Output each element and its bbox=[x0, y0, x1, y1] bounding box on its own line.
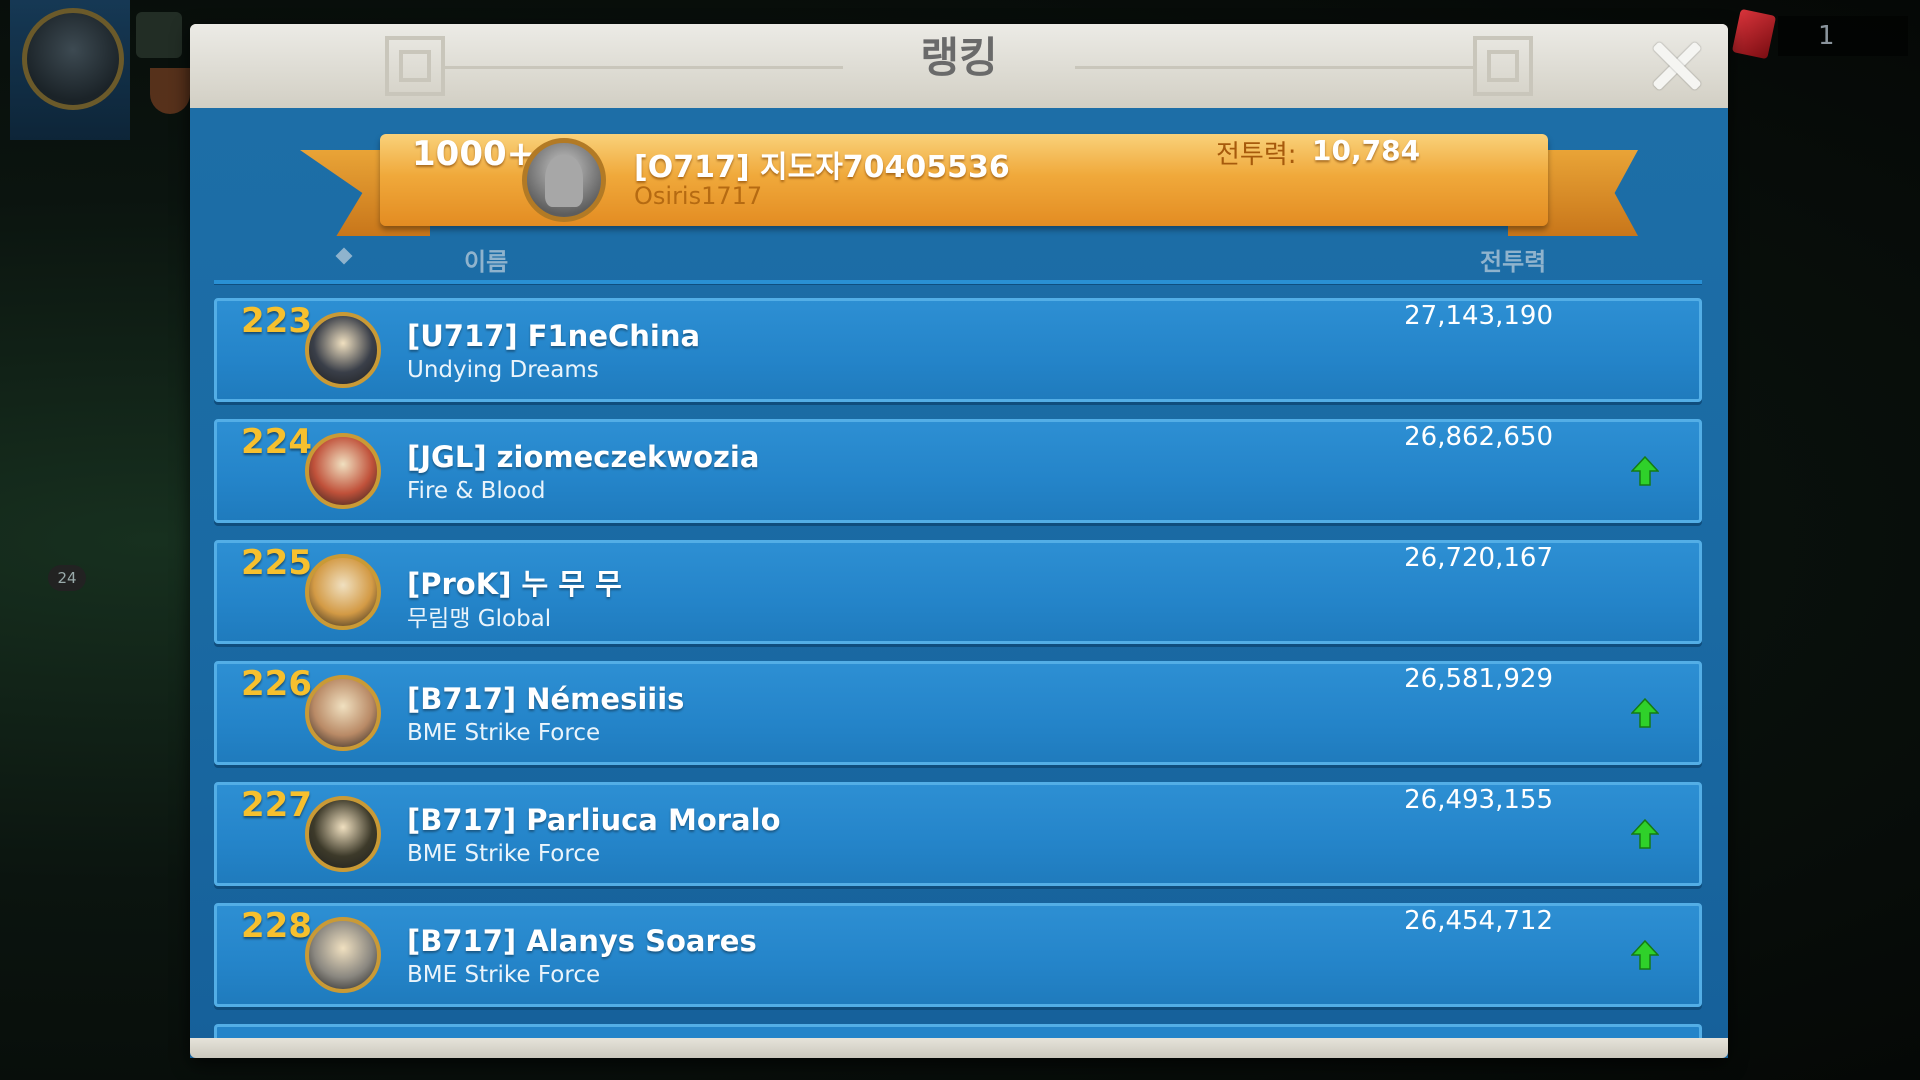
alliance-name: BME Strike Force bbox=[407, 720, 601, 746]
my-power-value: 10,784 bbox=[1312, 134, 1421, 167]
panel-bottom-edge bbox=[190, 1038, 1728, 1058]
player-name: [B717] Némesiiis bbox=[407, 682, 685, 716]
player-avatar-icon bbox=[305, 675, 381, 751]
resource-counter: 1 bbox=[1778, 16, 1908, 56]
player-name: [B717] Alanys Soares bbox=[407, 924, 757, 958]
row-rank: 224 bbox=[241, 422, 312, 462]
my-power-label: 전투력: bbox=[1216, 140, 1297, 170]
table-row[interactable]: 228 [B717] Alanys Soares BME Strike Force 2… bbox=[214, 903, 1702, 1007]
rank-up-arrow-icon bbox=[1631, 940, 1659, 970]
panel-header: 랭킹 bbox=[190, 24, 1728, 108]
player-name: [ProK] 누 무 무 bbox=[407, 567, 622, 601]
power-value: 26,454,712 bbox=[1404, 906, 1553, 936]
table-row[interactable]: 224 [JGL] ziomeczekwozia Fire & Blood 26,86… bbox=[214, 419, 1702, 523]
table-row[interactable]: 226 [B717] Némesiiis BME Strike Force 26,58… bbox=[214, 661, 1702, 765]
row-rank: 227 bbox=[241, 785, 312, 825]
rank-up-arrow-icon bbox=[1631, 819, 1659, 849]
row-rank: 223 bbox=[241, 301, 312, 341]
player-avatar-icon bbox=[305, 796, 381, 872]
column-header-power: 전투력 bbox=[1480, 248, 1547, 276]
player-name: [U717] F1neChina bbox=[407, 319, 701, 353]
row-rank: 225 bbox=[241, 543, 312, 583]
player-avatar-icon bbox=[305, 917, 381, 993]
power-value: 26,493,155 bbox=[1404, 785, 1553, 815]
player-name: [JGL] ziomeczekwozia bbox=[407, 440, 760, 474]
power-value: 26,862,650 bbox=[1404, 422, 1553, 452]
my-rank-number: 1000+ bbox=[412, 134, 536, 174]
power-value: 26,581,929 bbox=[1404, 664, 1553, 694]
column-divider bbox=[214, 280, 1702, 284]
table-row[interactable]: 223 [U717] F1neChina Undying Dreams 27,143,… bbox=[214, 298, 1702, 402]
map-button[interactable] bbox=[136, 12, 182, 58]
table-row[interactable]: 227 [B717] Parliuca Moralo BME Strike Forc… bbox=[214, 782, 1702, 886]
power-value: 26,720,167 bbox=[1404, 543, 1553, 573]
panel-title: 랭킹 bbox=[920, 33, 998, 82]
alliance-name: Undying Dreams bbox=[407, 357, 599, 383]
my-alliance-name: Osiris1717 bbox=[634, 182, 763, 210]
player-avatar-icon bbox=[305, 312, 381, 388]
my-player-name: [O717] 지도자70405536 bbox=[634, 150, 1010, 185]
player-avatar-icon bbox=[305, 554, 381, 630]
power-value: 27,143,190 bbox=[1404, 301, 1553, 331]
table-row[interactable]: 225 [ProK] 누 무 무무림맹 Global 26,720,167 bbox=[214, 540, 1702, 644]
column-header-name: 이름 bbox=[464, 248, 509, 276]
player-name: [B717] Parliuca Moralo bbox=[407, 803, 781, 837]
my-rank-ribbon[interactable]: 1000+ [O717] 지도자70405536 Osiris1717 전투력:… bbox=[380, 134, 1548, 226]
alliance-name: BME Strike Force bbox=[407, 962, 601, 988]
row-rank: 228 bbox=[241, 906, 312, 946]
player-avatar-icon bbox=[305, 433, 381, 509]
my-avatar-icon bbox=[522, 138, 606, 222]
rank-up-arrow-icon bbox=[1631, 698, 1659, 728]
row-rank: 226 bbox=[241, 664, 312, 704]
rank-up-arrow-icon bbox=[1631, 456, 1659, 486]
alliance-name: 무림맹 Global bbox=[407, 606, 552, 632]
shield-icon[interactable] bbox=[150, 68, 190, 114]
alliance-name: Fire & Blood bbox=[407, 478, 546, 504]
next-row-peek bbox=[214, 1024, 1702, 1038]
player-avatar-icon[interactable] bbox=[22, 8, 124, 110]
close-button[interactable] bbox=[1648, 38, 1704, 94]
alliance-name: BME Strike Force bbox=[407, 841, 601, 867]
gem-icon bbox=[1731, 8, 1777, 60]
level-badge: 24 bbox=[48, 565, 86, 591]
